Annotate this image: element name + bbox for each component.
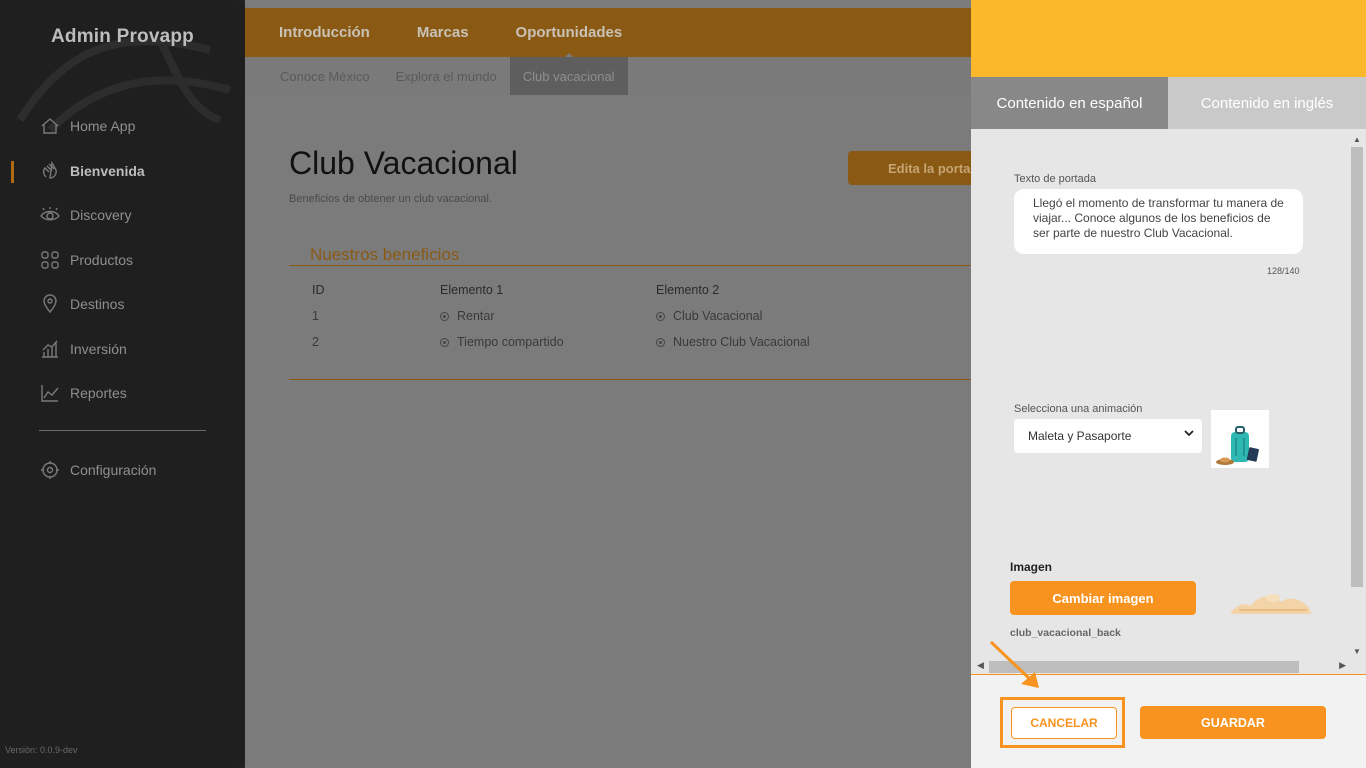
section-divider [289,265,971,266]
panel-header [971,0,1366,85]
char-counter: 128/140 [1267,266,1300,276]
main-area: Introducción Marcas Oportunidades Conoce… [245,0,988,768]
sidebar-item-label: Inversión [70,340,127,357]
radio-button[interactable] [656,337,665,347]
wave-hand-icon [40,160,60,181]
sidebar-item-label: Home App [70,118,136,135]
tab-introduccion[interactable]: Introducción [279,24,370,41]
scrollbar-thumb[interactable] [1351,147,1363,587]
section-bottom-divider [289,379,971,380]
edit-cover-button[interactable]: Edita la portada [848,151,988,185]
benefits-table: ID Elemento 1 Elemento 2 1 Rentar Club V… [312,277,916,355]
table-cell: Tiempo compartido [457,335,564,349]
sidebar-item-inversion[interactable]: Inversión [0,327,245,372]
sidebar-item-configuracion[interactable]: Configuración [0,448,245,493]
scroll-up-icon[interactable]: ▲ [1353,135,1361,144]
gear-icon [40,460,60,480]
sidebar-divider [39,430,206,431]
table-cell: Nuestro Club Vacacional [673,335,810,349]
cancel-highlight: CANCELAR [1000,697,1125,748]
scroll-down-icon[interactable]: ▼ [1353,647,1361,656]
section-title: Nuestros beneficios [310,245,460,264]
sidebar-item-reportes[interactable]: Reportes [0,371,245,416]
animation-preview [1211,410,1269,468]
sidebar-item-productos[interactable]: Productos [0,238,245,283]
grid-icon [40,250,60,270]
cover-text-label: Texto de portada [1014,173,1096,185]
table-cell: Club Vacacional [673,309,763,323]
vertical-scrollbar[interactable]: ▲ ▼ [1350,131,1364,658]
tab-oportunidades[interactable]: Oportunidades [516,24,622,60]
home-icon [40,116,60,136]
column-header: Elemento 2 [656,283,720,297]
sidebar-item-label: Discovery [70,207,132,224]
eye-icon [40,205,60,225]
suitcase-passport-icon [1216,426,1259,465]
cancel-button[interactable]: CANCELAR [1011,707,1117,739]
scroll-right-icon[interactable]: ▶ [1339,660,1346,671]
chevron-down-icon [1184,430,1194,437]
page-subtitle: Beneficios de obtener un club vacacional… [289,193,493,205]
map-pin-icon [40,294,60,314]
tab-marcas[interactable]: Marcas [417,24,469,41]
sidebar-item-label: Configuración [70,462,157,479]
cover-text-input[interactable]: Llegó el momento de transformar tu maner… [1014,189,1303,254]
animation-label: Selecciona una animación [1014,403,1143,415]
tab-contenido-ingles[interactable]: Contenido en inglés [1168,77,1366,129]
cover-image-thumbnail [1231,594,1311,614]
animation-select[interactable]: Maleta y Pasaporte [1014,419,1202,453]
sidebar-item-discovery[interactable]: Discovery [0,193,245,238]
table-row: 1 Rentar Club Vacacional [312,303,916,329]
sidebar-config: Configuración [0,448,245,493]
sidebar: Admin Provapp Home App Bienvenida Discov… [0,0,245,768]
scroll-left-icon[interactable]: ◀ [977,660,984,671]
bar-chart-icon [40,339,60,359]
column-header: ID [312,283,325,297]
subtab-explora-el-mundo[interactable]: Explora el mundo [383,57,510,95]
top-nav: Introducción Marcas Oportunidades [245,8,971,60]
sidebar-item-label: Bienvenida [70,162,145,179]
table-row: 2 Tiempo compartido Nuestro Club Vacacio… [312,329,916,355]
subtab-conoce-mexico[interactable]: Conoce México [267,57,383,95]
save-button[interactable]: GUARDAR [1140,706,1326,739]
radio-button[interactable] [440,337,449,347]
page-title: Club Vacacional [289,145,518,181]
panel-scroll-area: Texto de portada Llegó el momento de tra… [971,129,1366,674]
sidebar-item-home-app[interactable]: Home App [0,104,245,149]
sidebar-nav: Home App Bienvenida Discovery Productos … [0,104,245,416]
radio-button[interactable] [656,311,665,321]
sidebar-item-label: Productos [70,251,134,268]
change-image-button[interactable]: Cambiar imagen [1010,581,1196,615]
version-label: Versión: 0.0.9-dev [5,745,78,755]
sidebar-item-label: Reportes [70,385,127,402]
pointer-arrow-icon [989,640,1039,688]
animation-select-value: Maleta y Pasaporte [1028,429,1132,443]
sidebar-item-destinos[interactable]: Destinos [0,282,245,327]
radio-button[interactable] [440,311,449,321]
table-cell: Rentar [457,309,495,323]
table-header-row: ID Elemento 1 Elemento 2 [312,277,916,303]
table-cell-id: 2 [312,335,319,349]
panel-tabs: Contenido en español Contenido en inglés [971,77,1366,129]
column-header: Elemento 1 [440,283,504,297]
line-chart-icon [40,383,60,403]
image-label: Imagen [1010,560,1053,574]
sidebar-item-label: Destinos [70,296,125,313]
brand-title: Admin Provapp [50,26,194,47]
sub-nav: Conoce México Explora el mundo Club vaca… [245,57,971,95]
sidebar-item-bienvenida[interactable]: Bienvenida [0,149,245,194]
page-content: Club Vacacional Beneficios de obtener un… [245,95,988,768]
subtab-club-vacacional[interactable]: Club vacacional [509,57,628,95]
tab-contenido-espanol[interactable]: Contenido en español [971,77,1168,129]
table-cell-id: 1 [312,309,319,323]
